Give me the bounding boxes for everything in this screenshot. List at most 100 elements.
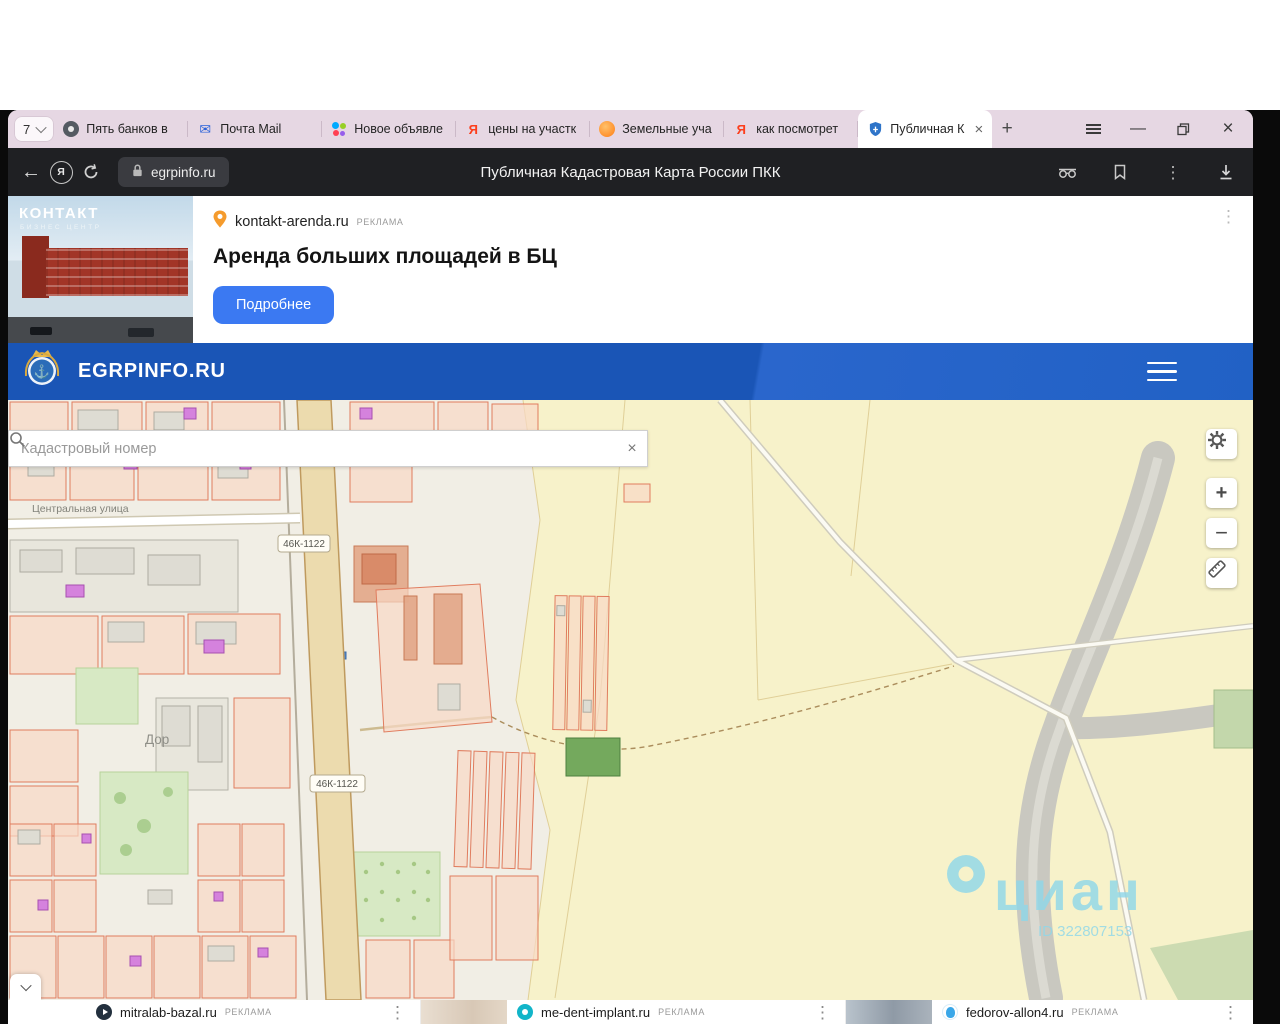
site-logo: ⚓ <box>18 345 66 398</box>
ad-thumbnail[interactable] <box>846 1000 932 1024</box>
svg-text:46К-1122: 46К-1122 <box>283 539 325 550</box>
tab-label: как посмотрет <box>756 122 839 136</box>
yandex-icon: Я <box>468 121 478 137</box>
bottom-ad-2[interactable]: me-dent-implant.ru РЕКЛАМА ⋮ <box>420 1000 845 1024</box>
svg-text:ID 322807153: ID 322807153 <box>1038 923 1132 940</box>
tooth-icon <box>942 1004 958 1020</box>
advertiser-link[interactable]: me-dent-implant.ru <box>541 1005 650 1020</box>
back-button[interactable]: ← <box>16 157 46 187</box>
browser-menu-icon[interactable] <box>1084 120 1102 138</box>
tab-prices[interactable]: Я цены на участк <box>456 110 591 148</box>
top-ad-banner: КОНТАКТ БИЗНЕС ЦЕНТР kontakt-arenda.ru Р… <box>8 196 1253 343</box>
tab-counter-button[interactable]: 7 <box>14 116 55 142</box>
tab-label: цены на участк <box>488 122 577 136</box>
ad-menu-icon[interactable]: ⋮ <box>389 1004 406 1021</box>
bottom-ad-1[interactable]: mitralab-bazal.ru РЕКЛАМА ⋮ <box>8 1000 420 1024</box>
road-badge-2: 46К-1122 <box>309 774 366 793</box>
advertiser-link[interactable]: kontakt-arenda.ru <box>235 214 349 230</box>
tab-cadastral-active[interactable]: Публичная К × <box>858 110 993 148</box>
collapse-ads-button[interactable] <box>10 974 41 1000</box>
search-input[interactable] <box>9 431 583 466</box>
svg-text:⚓: ⚓ <box>34 364 50 379</box>
bookmark-icon[interactable] <box>1105 157 1135 187</box>
download-icon[interactable] <box>1211 157 1241 187</box>
chevron-down-icon <box>35 121 47 134</box>
ad-cta-button[interactable]: Подробнее <box>213 286 335 324</box>
browser-window: 7 Пять банков в ✉ Почта Mail Новое объяв… <box>8 110 1253 1024</box>
toolbar-menu-icon[interactable]: ⋮ <box>1158 157 1188 187</box>
mail-icon: ✉ <box>199 120 212 137</box>
cadastral-search: × <box>8 430 648 467</box>
search-icon[interactable] <box>10 431 617 466</box>
ad-badge: РЕКЛАМА <box>1071 1007 1119 1017</box>
ad-menu-icon[interactable]: ⋮ <box>1222 1004 1239 1021</box>
tab-land[interactable]: Земельные уча <box>590 110 725 148</box>
classifieds-icon <box>331 121 347 137</box>
ad-menu-icon[interactable]: ⋮ <box>1220 208 1237 225</box>
location-pin-icon <box>213 210 227 233</box>
central-street <box>8 512 301 530</box>
ad-thumbnail[interactable] <box>421 1000 507 1024</box>
green-parcel[interactable] <box>565 737 621 777</box>
bottom-ads-bar: mitralab-bazal.ru РЕКЛАМА ⋮ me-dent-impl… <box>8 1000 1253 1024</box>
yandex-icon: Я <box>736 121 746 137</box>
ad-image[interactable]: КОНТАКТ БИЗНЕС ЦЕНТР <box>8 196 193 343</box>
tab-label: Почта Mail <box>220 122 282 136</box>
dent-favicon <box>517 1004 533 1020</box>
ad-body: kontakt-arenda.ru РЕКЛАМА Аренда больших… <box>213 210 557 324</box>
svg-text:46К-1122: 46К-1122 <box>316 779 358 790</box>
restore-button[interactable] <box>1174 120 1192 138</box>
map-settings-button[interactable] <box>1206 429 1237 459</box>
close-tab-icon[interactable]: × <box>974 122 983 137</box>
lock-icon <box>131 163 144 181</box>
ad-image-title: КОНТАКТ <box>19 205 99 222</box>
incognito-icon[interactable] <box>1052 157 1082 187</box>
settlement-label: Дор <box>145 732 169 747</box>
zoom-in-button[interactable]: + <box>1206 478 1237 508</box>
ad-badge: РЕКЛАМА <box>224 1007 272 1017</box>
mitralab-favicon <box>96 1004 112 1020</box>
yandex-home-button[interactable]: Я <box>46 157 76 187</box>
advertiser-link[interactable]: mitralab-bazal.ru <box>120 1005 217 1020</box>
tab-bar: 7 Пять банков в ✉ Почта Mail Новое объяв… <box>8 110 1253 148</box>
close-window-button[interactable]: × <box>1219 118 1237 139</box>
ruler-button[interactable] <box>1206 558 1237 588</box>
site-menu-icon[interactable] <box>1147 356 1177 387</box>
map-container: Центральная улица 46К-1122 46К-1122 Дор … <box>8 400 1253 1000</box>
chevron-down-icon <box>19 979 32 992</box>
site-header: ⚓ EGRPINFO.RU <box>8 343 1253 400</box>
tab-classifieds[interactable]: Новое объявле <box>322 110 457 148</box>
shield-icon <box>867 121 883 137</box>
site-brand[interactable]: EGRPINFO.RU <box>78 360 226 383</box>
ad-badge: РЕКЛАМА <box>356 216 404 227</box>
tab-banks[interactable]: Пять банков в <box>54 110 189 148</box>
tab-label: Публичная К <box>890 122 965 136</box>
ad-headline[interactable]: Аренда больших площадей в БЦ <box>213 245 557 269</box>
tab-label: Пять банков в <box>86 122 168 136</box>
bank-icon <box>63 121 80 137</box>
ad-image-subtitle: БИЗНЕС ЦЕНТР <box>20 224 102 231</box>
window-controls: — × <box>1084 118 1253 139</box>
ad-menu-icon[interactable]: ⋮ <box>814 1004 831 1021</box>
tab-mail[interactable]: ✉ Почта Mail <box>188 110 323 148</box>
spark-icon <box>599 121 616 137</box>
tab-label: Новое объявле <box>354 122 443 136</box>
tab-howto[interactable]: Я как посмотрет <box>724 110 859 148</box>
minimize-button[interactable]: — <box>1129 120 1147 138</box>
strip-parcels-a <box>453 750 536 870</box>
tab-counter-value: 7 <box>23 121 31 137</box>
cadastral-map[interactable]: Центральная улица 46К-1122 46К-1122 Дор … <box>8 400 1253 1000</box>
bottom-ad-3[interactable]: fedorov-allon4.ru РЕКЛАМА ⋮ <box>845 1000 1253 1024</box>
url-field[interactable]: egrpinfo.ru <box>118 157 229 187</box>
advertiser-link[interactable]: fedorov-allon4.ru <box>966 1005 1064 1020</box>
url-text: egrpinfo.ru <box>151 164 216 180</box>
street-label: Центральная улица <box>32 503 129 515</box>
address-toolbar: Публичная Кадастровая Карта России ПКК ←… <box>8 148 1253 196</box>
tab-label: Земельные уча <box>622 122 712 136</box>
zoom-out-button[interactable]: − <box>1206 518 1237 548</box>
reload-button[interactable] <box>76 157 106 187</box>
search-clear-icon[interactable]: × <box>617 431 647 466</box>
screen: 7 Пять банков в ✉ Почта Mail Новое объяв… <box>0 0 1280 1024</box>
new-tab-button[interactable]: + <box>992 114 1022 144</box>
ad-badge: РЕКЛАМА <box>658 1007 705 1017</box>
